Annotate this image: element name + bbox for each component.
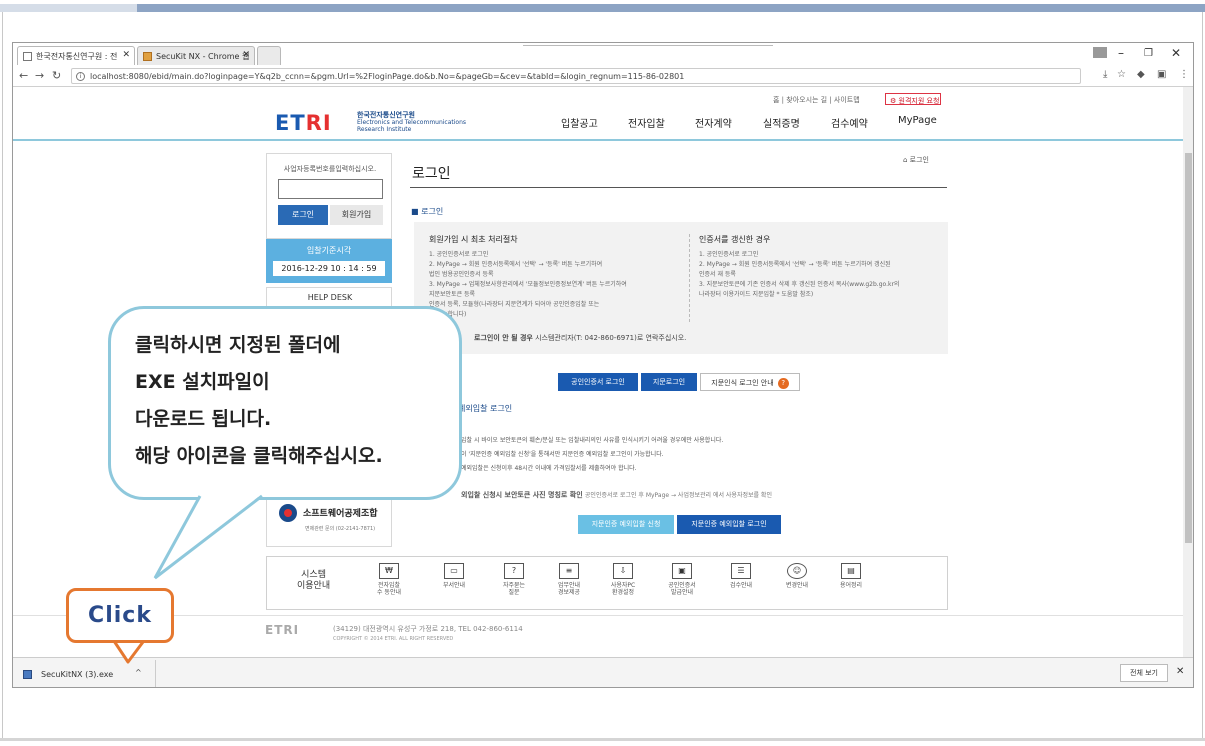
click-label: Click	[88, 603, 152, 628]
click-callout: Click	[66, 588, 174, 643]
callout-tail	[110, 494, 263, 664]
